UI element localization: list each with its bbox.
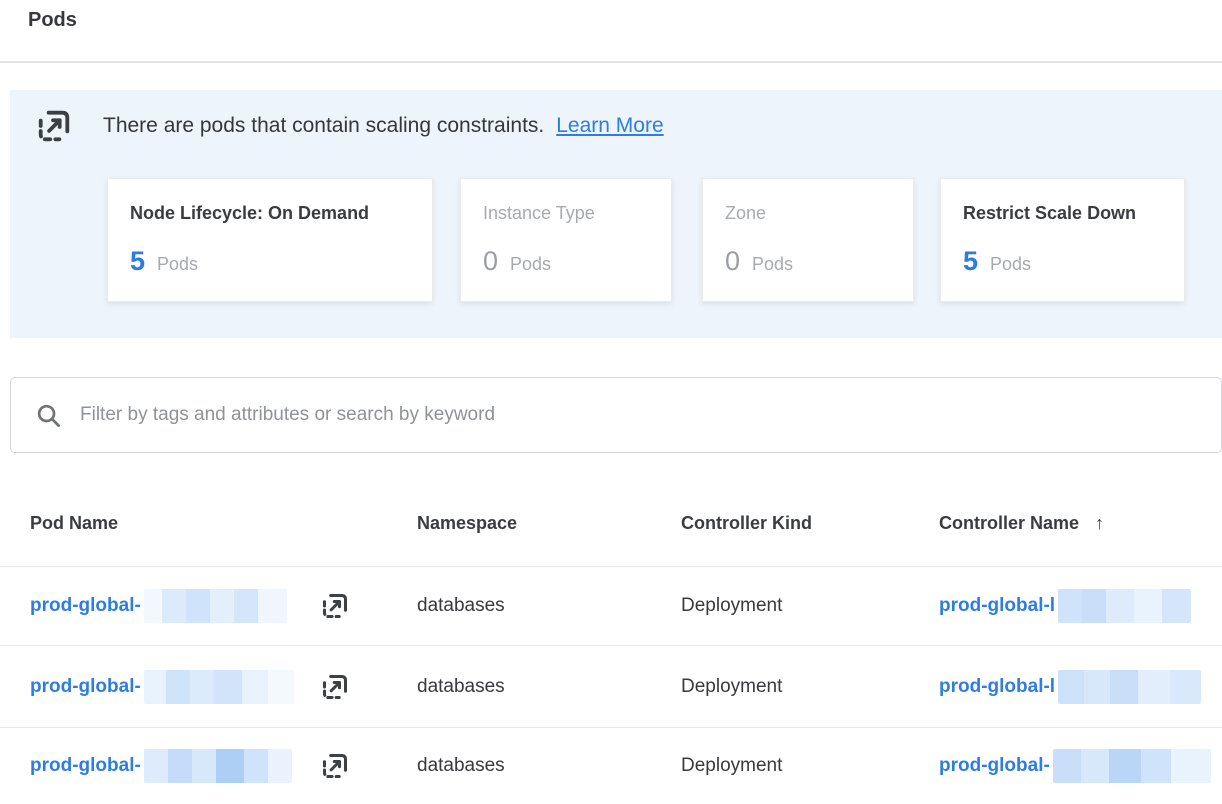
table-row: prod-global- databases Deployment prod-g… bbox=[0, 728, 1222, 804]
pod-name-link[interactable]: prod-global- bbox=[30, 595, 141, 617]
controller-kind-cell: Deployment bbox=[681, 595, 782, 617]
sort-asc-icon: ↑ bbox=[1095, 513, 1104, 533]
controller-name-link[interactable]: prod-global- bbox=[939, 755, 1050, 777]
search-input[interactable] bbox=[80, 404, 1197, 426]
card-unit-label: Pods bbox=[510, 254, 551, 275]
card-pod-count: 5 bbox=[963, 246, 978, 277]
card-title: Instance Type bbox=[483, 203, 649, 224]
constraint-card-node-lifecycle[interactable]: Node Lifecycle: On Demand 5 Pods bbox=[107, 178, 433, 302]
card-title: Restrict Scale Down bbox=[963, 203, 1162, 224]
page-title: Pods bbox=[28, 9, 77, 32]
card-pod-count: 0 bbox=[725, 246, 740, 277]
scale-out-icon bbox=[35, 107, 73, 145]
card-pod-count: 0 bbox=[483, 246, 498, 277]
title-divider bbox=[0, 61, 1222, 63]
redacted-controller-name bbox=[1058, 589, 1191, 623]
card-unit-label: Pods bbox=[752, 254, 793, 275]
redacted-pod-name bbox=[144, 589, 287, 623]
constraint-card-instance-type[interactable]: Instance Type 0 Pods bbox=[460, 178, 672, 302]
redacted-pod-name bbox=[144, 749, 292, 783]
card-unit-label: Pods bbox=[157, 254, 198, 275]
card-pod-count: 5 bbox=[130, 246, 145, 277]
controller-name-link[interactable]: prod-global-l bbox=[939, 595, 1055, 617]
redacted-pod-name bbox=[144, 670, 294, 704]
table-row: prod-global- databases Deployment prod-g… bbox=[0, 646, 1222, 727]
filter-search-bar bbox=[10, 377, 1222, 453]
namespace-cell: databases bbox=[417, 676, 505, 698]
card-title: Node Lifecycle: On Demand bbox=[130, 203, 410, 224]
column-header-controller-name[interactable]: Controller Name↑ bbox=[939, 513, 1104, 534]
search-icon bbox=[35, 402, 62, 429]
table-row: prod-global- databases Deployment prod-g… bbox=[0, 567, 1222, 645]
card-title: Zone bbox=[725, 203, 891, 224]
constraint-card-restrict-scale-down[interactable]: Restrict Scale Down 5 Pods bbox=[940, 178, 1185, 302]
column-header-namespace[interactable]: Namespace bbox=[417, 513, 517, 534]
table-header: Pod Name Namespace Controller Kind Contr… bbox=[0, 513, 1222, 541]
card-unit-label: Pods bbox=[990, 254, 1031, 275]
controller-name-link[interactable]: prod-global-l bbox=[939, 676, 1055, 698]
column-header-controller-kind[interactable]: Controller Kind bbox=[681, 513, 812, 534]
pod-name-link[interactable]: prod-global- bbox=[30, 676, 141, 698]
column-header-pod-name[interactable]: Pod Name bbox=[30, 513, 118, 534]
controller-kind-cell: Deployment bbox=[681, 755, 782, 777]
scaling-constraint-icon bbox=[320, 591, 350, 621]
pod-name-link[interactable]: prod-global- bbox=[30, 755, 141, 777]
namespace-cell: databases bbox=[417, 595, 505, 617]
scaling-constraint-icon bbox=[320, 751, 350, 781]
learn-more-link[interactable]: Learn More bbox=[556, 114, 663, 138]
scaling-constraint-icon bbox=[320, 672, 350, 702]
redacted-controller-name bbox=[1053, 749, 1211, 783]
constraint-card-zone[interactable]: Zone 0 Pods bbox=[702, 178, 914, 302]
redacted-controller-name bbox=[1058, 670, 1201, 704]
banner-message: There are pods that contain scaling cons… bbox=[103, 114, 544, 138]
namespace-cell: databases bbox=[417, 755, 505, 777]
scaling-constraints-banner: There are pods that contain scaling cons… bbox=[10, 90, 1222, 338]
controller-kind-cell: Deployment bbox=[681, 676, 782, 698]
